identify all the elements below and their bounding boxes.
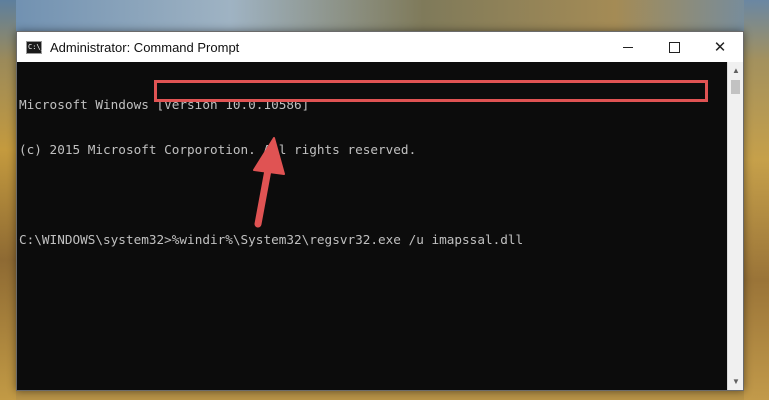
arrow-shaft [254,166,272,228]
minimize-icon [623,46,633,48]
desktop-wallpaper-left [0,0,16,400]
red-arrow-icon [253,137,285,228]
window-title: Administrator: Command Prompt [50,39,240,55]
close-button[interactable]: ✕ [697,32,743,62]
maximize-icon [668,41,680,53]
console-output[interactable]: Microsoft Windows [Version 10.0.10586] (… [17,62,727,390]
cmd-icon[interactable]: C:\_ [26,40,45,54]
maximize-button[interactable] [651,32,697,62]
command-prompt: C:\WINDOWS\system32> [19,232,172,247]
console-line-copyright: (c) 2015 Microsoft Corporotion. All righ… [19,142,417,157]
command-line[interactable]: C:\WINDOWS\system32> %windir%\System32\re… [19,232,727,247]
scroll-down-icon[interactable]: ▼ [728,373,744,390]
minimize-button[interactable] [605,32,651,62]
close-icon: ✕ [713,38,727,56]
desktop-wallpaper-top [0,0,769,31]
command-highlight-box [154,80,708,102]
scroll-up-icon[interactable]: ▲ [728,62,744,79]
scroll-thumb[interactable] [731,80,740,94]
cmd-icon-glyph: C:\_ [28,42,45,51]
command-text[interactable]: %windir%\System32\regsvr32.exe /u imapss… [172,232,523,247]
arrow-head [253,137,285,175]
vertical-scrollbar[interactable]: ▲ ▼ [727,62,743,390]
title-bar[interactable]: C:\_ Administrator: Command Prompt ✕ [17,32,743,62]
desktop-wallpaper-right [744,0,769,400]
